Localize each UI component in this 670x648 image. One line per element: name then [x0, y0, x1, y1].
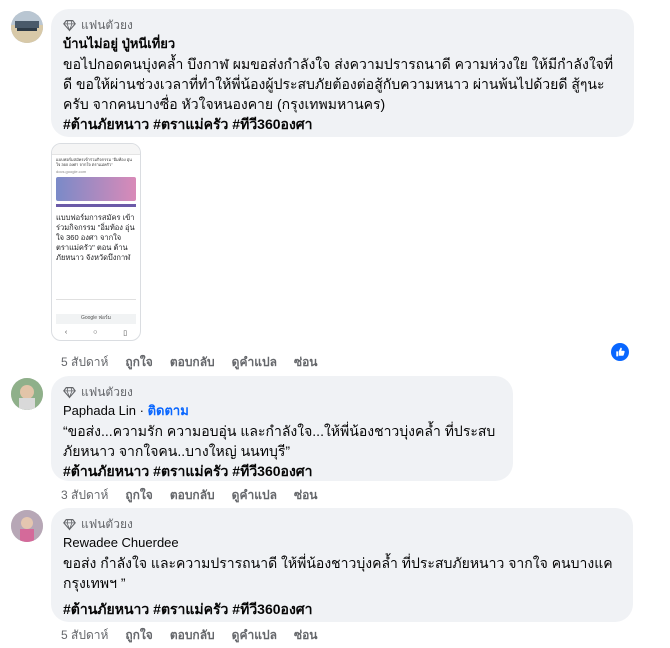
diamond-icon	[63, 386, 76, 399]
timestamp[interactable]: 5 สัปดาห์	[61, 627, 108, 643]
reply-button[interactable]: ตอบกลับ	[170, 354, 215, 370]
top-fan-badge: แฟนตัวยง	[63, 17, 622, 33]
attached-screenshot[interactable]: แบบฟอร์มสมัครเข้าร่วมกิจกรรม "อิ่มท้อง อ…	[51, 143, 141, 341]
comment-hashtags[interactable]: #ต้านภัยหนาว #ตราแม่ครัว #ทีวี360องศา	[63, 599, 621, 619]
badge-label: แฟนตัวยง	[81, 516, 133, 531]
badge-label: แฟนตัวยง	[81, 17, 133, 32]
diamond-icon	[63, 19, 76, 32]
hide-button[interactable]: ซ่อน	[294, 627, 318, 643]
google-forms-footer: Google ฟอร์ม	[80, 315, 112, 321]
comment-bubble: แฟนตัวยง Paphada Lin · ติดตาม “ขอส่ง...ค…	[51, 376, 513, 481]
commenter-name: Rewadee Chuerdee	[63, 534, 621, 552]
translate-button[interactable]: ดูคำแปล	[232, 627, 277, 643]
reply-button[interactable]: ตอบกลับ	[170, 627, 215, 643]
hide-button[interactable]: ซ่อน	[294, 354, 318, 370]
comment-text: ขอส่ง กำลังใจ และความปรารถนาดี ให้พี่น้อ…	[63, 555, 613, 591]
attachment-url: docs.google.com	[56, 169, 87, 174]
comment-bubble: แฟนตัวยง บ้านไม่อยู่ ปู่หนีเที่ยว ขอไปกอ…	[51, 9, 634, 137]
commenter-name-link[interactable]: บ้านไม่อยู่ ปู่หนีเที่ยว	[63, 36, 175, 51]
divider	[56, 299, 136, 300]
translate-button[interactable]: ดูคำแปล	[232, 487, 277, 503]
timestamp[interactable]: 5 สัปดาห์	[61, 354, 108, 370]
home-icon: ○	[93, 329, 98, 336]
form-banner-image	[56, 177, 136, 201]
badge-label: แฟนตัวยง	[81, 384, 133, 399]
attachment-header: แบบฟอร์มสมัครเข้าร่วมกิจกรรม "อิ่มท้อง อ…	[56, 157, 132, 167]
top-fan-badge: แฟนตัวยง	[63, 516, 621, 532]
avatar[interactable]	[11, 11, 43, 43]
comment-actions: 5 สัปดาห์ ถูกใจ ตอบกลับ ดูคำแปล ซ่อน	[61, 627, 318, 643]
back-icon: ‹	[64, 329, 68, 336]
recents-icon: ▯	[123, 330, 128, 337]
phone-nav-bar: ‹ ○ ▯	[52, 329, 140, 337]
hide-button[interactable]: ซ่อน	[294, 487, 318, 503]
diamond-icon	[63, 518, 76, 531]
timestamp[interactable]: 3 สัปดาห์	[61, 487, 108, 503]
commenter-name: Paphada Lin · ติดตาม	[63, 402, 501, 420]
comment-text: ขอไปกอดคนบุ่งคล้ำ บึงกาฬ ผมขอส่งกำลังใจ …	[63, 56, 614, 112]
comment-text: “ขอส่ง...ความรัก ความอบอุ่น และกำลังใจ..…	[63, 423, 496, 459]
avatar[interactable]	[11, 510, 43, 542]
phone-status-bar	[52, 144, 140, 155]
top-fan-badge: แฟนตัวยง	[63, 384, 501, 400]
comment-bubble: แฟนตัวยง Rewadee Chuerdee ขอส่ง กำลังใจ …	[51, 508, 633, 622]
like-reaction-icon[interactable]	[611, 343, 629, 361]
like-button[interactable]: ถูกใจ	[125, 627, 152, 643]
reply-button[interactable]: ตอบกลับ	[170, 487, 215, 503]
like-button[interactable]: ถูกใจ	[125, 354, 152, 370]
separator-dot: ·	[139, 403, 148, 418]
commenter-name-link[interactable]: Rewadee Chuerdee	[63, 535, 179, 550]
comment-actions: 5 สัปดาห์ ถูกใจ ตอบกลับ ดูคำแปล ซ่อน	[61, 354, 318, 370]
form-title: แบบฟอร์มการสมัคร เข้าร่วมกิจกรรม "อิ่มท้…	[56, 204, 136, 293]
like-button[interactable]: ถูกใจ	[125, 487, 152, 503]
commenter-name[interactable]: บ้านไม่อยู่ ปู่หนีเที่ยว	[63, 35, 622, 53]
avatar[interactable]	[11, 378, 43, 410]
comment-hashtags[interactable]: #ต้านภัยหนาว #ตราแม่ครัว #ทีวี360องศา	[63, 114, 622, 134]
comment-actions: 3 สัปดาห์ ถูกใจ ตอบกลับ ดูคำแปล ซ่อน	[61, 487, 318, 503]
comment-hashtags[interactable]: #ต้านภัยหนาว #ตราแม่ครัว #ทีวี360องศา	[63, 461, 501, 481]
follow-link[interactable]: ติดตาม	[148, 403, 189, 418]
translate-button[interactable]: ดูคำแปล	[232, 354, 277, 370]
commenter-name-link[interactable]: Paphada Lin	[63, 403, 136, 418]
